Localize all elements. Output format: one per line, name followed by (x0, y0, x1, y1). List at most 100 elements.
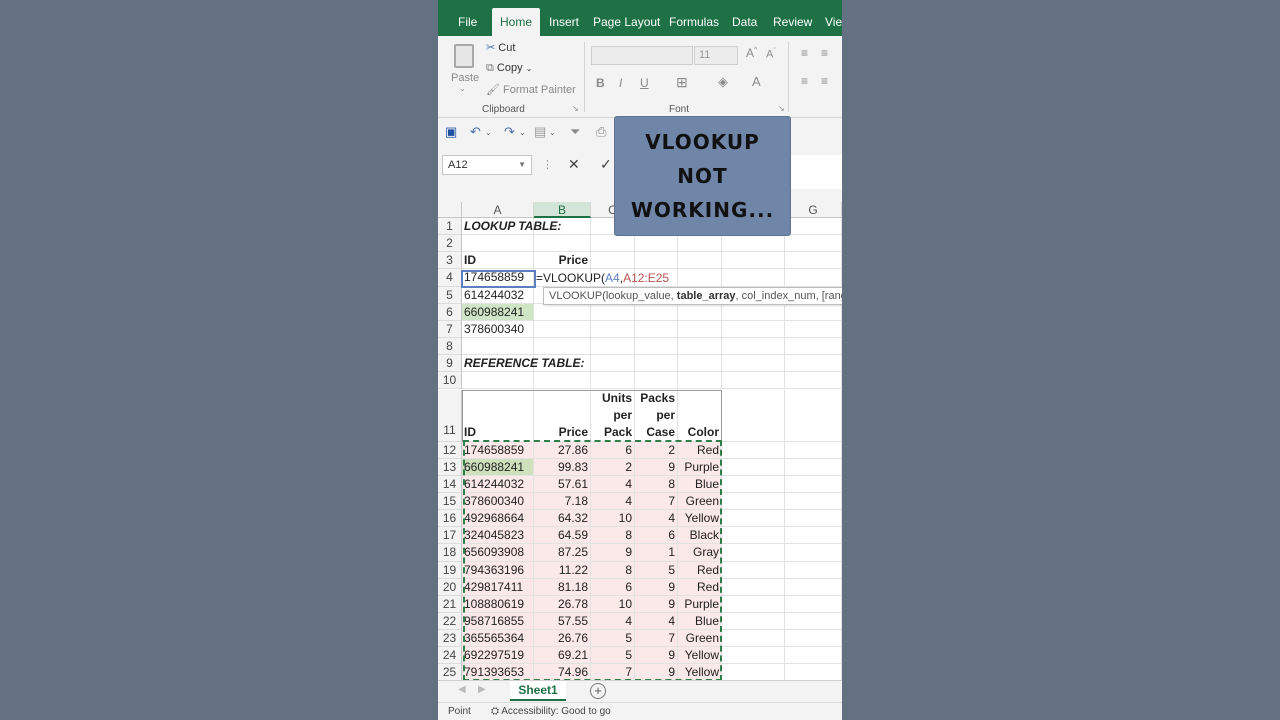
data-cell[interactable]: Price (534, 252, 591, 270)
data-cell[interactable]: 614244032 (462, 475, 534, 493)
data-cell[interactable]: 5 (591, 647, 635, 665)
grid-cell[interactable] (722, 338, 785, 356)
enter-icon[interactable]: ✓ (600, 156, 612, 173)
row-header[interactable]: 18 (438, 544, 462, 562)
name-box-dropdown-icon[interactable]: ▼ (518, 156, 526, 174)
data-cell[interactable]: 81.18 (534, 578, 591, 596)
row-header[interactable]: 1 (438, 218, 462, 236)
grid-cell[interactable] (722, 389, 785, 442)
grid-cell[interactable] (722, 458, 785, 476)
data-cell[interactable]: 174658859 (462, 441, 534, 459)
tab-file[interactable]: File (450, 8, 485, 36)
row-header[interactable]: 17 (438, 527, 462, 545)
data-cell[interactable]: Red (678, 578, 722, 596)
grid-cell[interactable] (534, 303, 591, 321)
data-cell[interactable]: 7.18 (534, 492, 591, 511)
row-header[interactable]: 25 (438, 664, 462, 682)
grid-cell[interactable] (591, 320, 635, 339)
data-cell[interactable]: 7 (635, 492, 678, 511)
data-cell[interactable]: 74.96 (534, 664, 591, 682)
data-cell[interactable]: 26.76 (534, 630, 591, 648)
data-cell[interactable]: 8 (591, 561, 635, 579)
data-cell[interactable]: 492968664 (462, 510, 534, 528)
data-cell[interactable]: 4 (591, 475, 635, 493)
grid-cell[interactable] (785, 235, 842, 253)
data-cell[interactable]: Red (678, 441, 722, 459)
filter-icon[interactable]: ⏷ (570, 124, 580, 140)
grid-cell[interactable] (534, 320, 591, 339)
grid-cell[interactable] (722, 492, 785, 511)
align-top-icon[interactable]: ≡ (801, 46, 808, 60)
grid-cell[interactable] (722, 355, 785, 373)
grid-cell[interactable] (462, 235, 534, 253)
grid-cell[interactable] (785, 510, 842, 528)
data-cell[interactable]: Yellow (678, 510, 722, 528)
grid-cell[interactable] (635, 303, 678, 321)
row-header[interactable]: 14 (438, 475, 462, 493)
undo-icon[interactable]: ↶ (470, 124, 481, 140)
borders-icon[interactable]: ⊞ (676, 74, 688, 91)
grid-cell[interactable] (785, 630, 842, 648)
grid-cell[interactable] (635, 320, 678, 339)
sheet-prev-icon[interactable]: ◀ (458, 684, 466, 695)
tab-page-layout[interactable]: Page Layout (585, 8, 668, 36)
cut-button[interactable]: ✂ Cut (486, 41, 515, 54)
grid-cell[interactable] (785, 320, 842, 339)
italic-button[interactable]: I (619, 76, 622, 90)
data-cell[interactable]: 2 (591, 458, 635, 476)
font-size-combo[interactable]: 11 (694, 46, 738, 65)
sheet-next-icon[interactable]: ▶ (478, 684, 486, 695)
grid-cell[interactable] (785, 561, 842, 579)
row-header[interactable]: 20 (438, 578, 462, 596)
data-cell[interactable]: 5 (635, 561, 678, 579)
grid-cell[interactable] (722, 647, 785, 665)
row-header[interactable]: 22 (438, 613, 462, 631)
header-cell[interactable]: ID (462, 389, 534, 442)
tab-view[interactable]: View (817, 8, 842, 36)
grow-font-icon[interactable]: A^ (746, 46, 757, 60)
data-cell[interactable]: 69.21 (534, 647, 591, 665)
grid-cell[interactable] (722, 320, 785, 339)
data-cell[interactable]: 9 (591, 544, 635, 562)
data-cell[interactable]: 64.32 (534, 510, 591, 528)
grid-cell[interactable] (678, 303, 722, 321)
grid-cell[interactable] (591, 252, 635, 270)
grid-cell[interactable] (785, 664, 842, 682)
tab-data[interactable]: Data (724, 8, 765, 36)
clipboard-launcher-icon[interactable]: ↘ (572, 104, 579, 113)
data-cell[interactable]: 87.25 (534, 544, 591, 562)
paste-icon[interactable] (454, 44, 474, 68)
grid-cell[interactable] (678, 320, 722, 339)
data-cell[interactable]: Yellow (678, 664, 722, 682)
data-cell[interactable]: 1 (635, 544, 678, 562)
select-all-corner[interactable] (438, 202, 462, 218)
row-header[interactable]: 5 (438, 286, 462, 304)
row-header[interactable]: 2 (438, 235, 462, 253)
data-cell[interactable]: 378600340 (462, 492, 534, 511)
grid-cell[interactable] (722, 441, 785, 459)
row-header[interactable]: 10 (438, 372, 462, 390)
row-header[interactable]: 8 (438, 338, 462, 356)
data-cell[interactable]: 7 (635, 630, 678, 648)
data-cell[interactable]: 656093908 (462, 544, 534, 562)
grid-cell[interactable] (785, 355, 842, 373)
grid-cell[interactable] (678, 338, 722, 356)
grid-cell[interactable] (462, 338, 534, 356)
data-cell[interactable]: REFERENCE TABLE: (462, 355, 584, 373)
align-middle-icon[interactable]: ≡ (821, 46, 828, 60)
formula-cell-b4[interactable]: =VLOOKUP(A4,A12:E25 (534, 270, 734, 287)
data-cell[interactable]: 660988241 (462, 458, 534, 476)
grid-cell[interactable] (785, 544, 842, 562)
grid-cell[interactable] (635, 235, 678, 253)
add-sheet-icon[interactable]: + (590, 683, 606, 699)
fill-color-icon[interactable]: ◈ (718, 74, 728, 90)
data-cell[interactable]: 99.83 (534, 458, 591, 476)
grid-cell[interactable] (534, 338, 591, 356)
save-icon[interactable]: ▣ (445, 124, 457, 140)
data-cell[interactable]: 4 (635, 510, 678, 528)
grid-cell[interactable] (635, 338, 678, 356)
align-center-icon[interactable]: ≡ (821, 74, 828, 88)
grid-cell[interactable] (678, 252, 722, 270)
data-cell[interactable]: Green (678, 630, 722, 648)
grid-cell[interactable] (722, 510, 785, 528)
